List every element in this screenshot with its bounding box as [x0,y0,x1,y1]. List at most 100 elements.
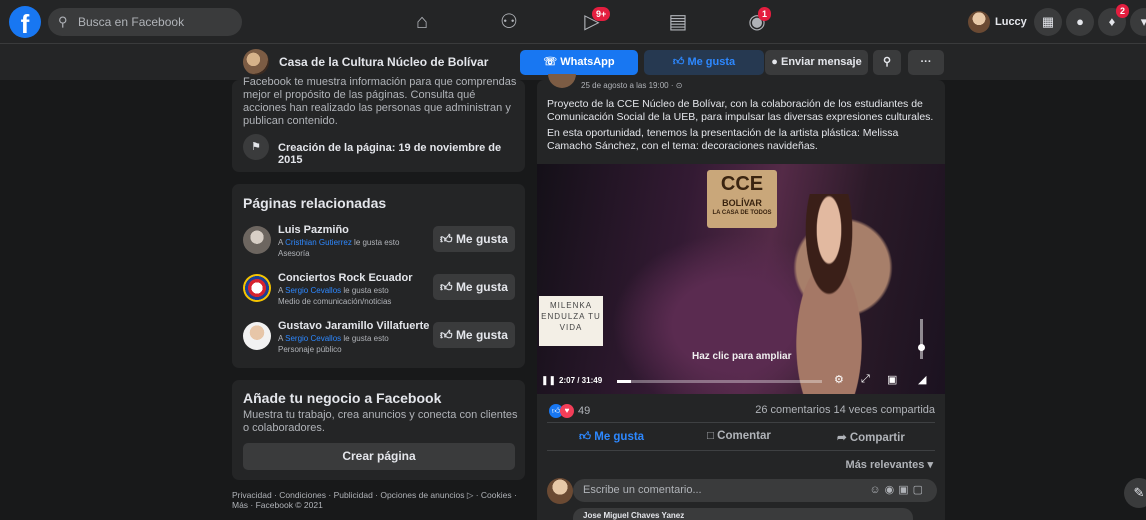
video-player[interactable]: CCE BOLÍVAR LA CASA DE TODOS MILENKA END… [537,164,945,394]
comment-input[interactable]: Escribe un comentario... ☺◉▣▢ [573,479,937,502]
groups-badge: 1 [758,7,772,21]
thumbs-up-icon: 👍︎ [672,56,685,68]
reaction-count: 49 [578,405,591,417]
related-pages-card: Páginas relacionadas Luis Pazmiño A Cris… [232,184,525,368]
love-reaction-icon: ♥ [560,404,574,418]
friend-link[interactable]: Sergio Cevallos [285,334,341,343]
more-options-button[interactable]: ··· [908,50,944,75]
page-like-button[interactable]: 👍︎ Me gusta [644,50,764,75]
post-author-avatar[interactable] [548,74,576,88]
post-card: 25 de agosto a las 19:00 · ⊙ Proyecto de… [537,74,945,520]
avatar[interactable] [243,322,271,350]
whatsapp-label: WhatsApp [560,56,615,68]
video-expand-hint: Haz clic para ampliar [692,351,792,362]
friends-icon[interactable]: ⚇ [495,8,523,36]
add-business-card: Añade tu negocio a Facebook Muestra tu t… [232,380,525,480]
cce-logo: CCE BOLÍVAR LA CASA DE TODOS [707,170,777,228]
pause-icon[interactable]: ❚❚ [541,375,556,386]
top-navigation-bar: f ⚲ Busca en Facebook ⌂ ⚇ ▷ 9+ ▤ ◉ 1 Luc… [0,0,1146,44]
post-paragraph: Proyecto de la CCE Núcleo de Bolívar, co… [547,98,934,123]
comment-attachment-icons[interactable]: ☺◉▣▢ [869,479,927,502]
add-business-title: Añade tu negocio a Facebook [243,390,442,406]
lightbox-sign: MILENKA ENDULZA TU VIDA [539,296,603,346]
marketplace-icon[interactable]: ▤ [664,8,692,36]
related-page-category: Medio de comunicación/noticias [278,297,392,306]
whatsapp-icon: ☏ [543,56,558,68]
search-icon: ⚲ [58,14,68,29]
post-paragraph: En esta oportunidad, tenemos la presenta… [547,127,899,152]
thumbs-up-icon: 👍︎ [440,280,453,294]
volume-icon[interactable]: ◢ [918,373,926,386]
friend-link[interactable]: Sergio Cevallos [285,286,341,295]
video-progress-bar[interactable] [617,380,822,383]
search-input[interactable]: ⚲ Busca en Facebook [48,8,242,36]
like-button[interactable]: 👍︎ Me gusta [433,226,515,252]
list-item[interactable]: Gustavo Jaramillo Villafuerte A Sergio C… [243,320,516,364]
friend-link[interactable]: Cristhian Gutierrez [285,238,352,247]
related-page-name[interactable]: Gustavo Jaramillo Villafuerte [278,320,429,332]
home-icon[interactable]: ⌂ [408,8,436,36]
comment-author-name[interactable]: Jose Miguel Chaves Yanez [573,508,913,520]
avatar [547,478,573,504]
reaction-summary[interactable]: 👍︎ ♥ 49 [549,404,590,418]
avatar [968,11,990,33]
footer-line[interactable]: Privacidad · Condiciones · Publicidad · … [232,490,532,500]
messenger-icon[interactable]: ● [1066,8,1094,36]
comment-button[interactable]: □ Comentar [707,430,771,442]
page-title[interactable]: Casa de la Cultura Núcleo de Bolívar [279,55,488,69]
profile-link[interactable]: Luccy [968,9,1027,35]
page-search-button[interactable]: ⚲ [873,50,901,75]
post-stats[interactable]: 26 comentarios 14 veces compartida [755,404,935,416]
fullscreen-icon[interactable]: ⤢ [861,373,870,386]
related-page-name[interactable]: Luis Pazmiño [278,224,349,236]
avatar[interactable] [243,226,271,254]
new-message-icon[interactable]: ✎ [1124,478,1146,508]
related-pages-title: Páginas relacionadas [243,195,387,211]
related-page-category: Personaje público [278,345,342,354]
footer-links[interactable]: Privacidad · Condiciones · Publicidad · … [232,490,532,510]
video-controls: ❚❚ 2:07 / 31:49 ⚙ ⤢ ▣ ◢ [537,368,945,394]
video-progress-fill [617,380,631,383]
comment-placeholder: Escribe un comentario... [583,484,702,496]
picture-in-picture-icon[interactable]: ▣ [887,373,897,386]
share-button[interactable]: ➦ Compartir [837,430,905,444]
avatar[interactable] [243,274,271,302]
flag-icon: ⚑ [243,134,269,160]
video-time: 2:07 / 31:49 [559,376,603,385]
related-page-info: A Sergio Cevallos le gusta esto Medio de… [278,286,392,306]
thumbs-up-icon: 👍︎ [440,328,453,342]
post-like-button[interactable]: 👍︎ Me gusta [579,430,644,444]
account-chevron-down-icon[interactable]: ▾ [1130,8,1146,36]
divider [547,450,935,451]
profile-name: Luccy [995,16,1027,28]
messenger-icon: ● [771,56,778,68]
footer-line[interactable]: Más · Facebook © 2021 [232,500,532,510]
like-button[interactable]: 👍︎ Me gusta [433,322,515,348]
add-business-description: Muestra tu trabajo, crea anuncios y cone… [243,409,518,434]
volume-handle[interactable] [918,344,925,351]
thumbs-up-icon: 👍︎ [440,232,453,246]
comment-icon: □ [707,430,714,442]
related-page-info: A Sergio Cevallos le gusta esto Personaj… [278,334,389,354]
share-icon: ➦ [837,432,847,444]
post-timestamp[interactable]: 25 de agosto a las 19:00 · ⊙ [581,81,682,90]
volume-slider[interactable] [920,319,923,359]
create-page-button[interactable]: Crear página [243,443,515,470]
settings-gear-icon[interactable]: ⚙ [834,373,844,386]
send-message-button[interactable]: ● Enviar mensaje [765,50,868,75]
search-placeholder: Busca en Facebook [78,15,185,29]
notifications-badge: 2 [1116,4,1130,18]
facebook-logo-icon[interactable]: f [9,6,41,38]
list-item[interactable]: Luis Pazmiño A Cristhian Gutierrez le gu… [243,224,516,268]
menu-grid-icon[interactable]: ▦ [1034,8,1062,36]
thumbs-up-icon: 👍︎ [579,431,592,443]
page-avatar[interactable] [243,49,269,75]
comment-sort-dropdown[interactable]: Más relevantes ▾ [846,458,933,471]
like-button[interactable]: 👍︎ Me gusta [433,274,515,300]
page-creation-date: Creación de la página: 19 de noviembre d… [278,142,502,166]
list-item[interactable]: Conciertos Rock Ecuador A Sergio Cevallo… [243,272,516,316]
transparency-text: Facebook te muestra información para que… [243,76,517,127]
related-page-name[interactable]: Conciertos Rock Ecuador [278,272,412,284]
page-like-label: Me gusta [687,56,736,68]
whatsapp-button[interactable]: ☏ WhatsApp [520,50,638,75]
